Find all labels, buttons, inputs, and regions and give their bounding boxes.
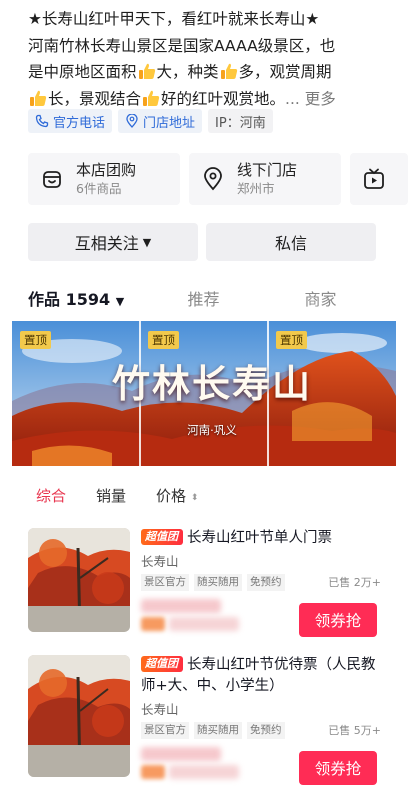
tab-recommend[interactable]: 推荐: [145, 285, 262, 315]
services-row: 本店团购 6件商品 线下门店 郑州市: [28, 153, 408, 205]
tab-shop[interactable]: 商家: [262, 285, 379, 315]
sort-sales[interactable]: 销量: [96, 485, 126, 509]
product-sort-bar: 综合 销量 价格 ⬍: [36, 485, 296, 509]
bio-more-link[interactable]: 更多: [305, 90, 336, 108]
product-tag: 随买随用: [194, 722, 242, 739]
pinned-videos-banner: 置顶 置顶 置顶 竹林长寿山 河南·巩义: [12, 321, 396, 466]
offline-store-card[interactable]: 线下门店 郑州市: [189, 153, 341, 205]
profile-chips: 官方电话 门店地址 IP：河南: [28, 109, 273, 133]
blurred-promo: [169, 617, 239, 631]
ip-location-chip: IP：河南: [208, 109, 273, 133]
product-tag: 免预约: [247, 722, 285, 739]
blurred-coupon: [141, 617, 165, 631]
blurred-promo: [169, 765, 239, 779]
product-tag: 免预约: [247, 574, 285, 591]
message-button[interactable]: 私信: [206, 223, 376, 261]
tab-works[interactable]: 作品 1594 ▼: [28, 285, 145, 315]
bio-line-1: ★长寿山红叶甲天下，看红叶就来长寿山★: [28, 10, 320, 28]
product-card[interactable]: 超值团 长寿山红叶节优待票（人民教师+大、中、小学生） 长寿山 景区官方 随买随用…: [28, 655, 388, 785]
product-thumbnail: [28, 528, 130, 632]
caret-down-icon: ▼: [142, 235, 152, 249]
group-buy-title: 本店团购: [76, 161, 137, 179]
tab-works-label: 作品 1594: [28, 290, 111, 309]
offline-store-city: 郑州市: [237, 181, 275, 196]
pinned-video-3[interactable]: [269, 321, 396, 466]
sold-count: 已售 5万+: [328, 724, 381, 737]
product-thumbnail: [28, 655, 130, 777]
claim-coupon-button[interactable]: 领券抢: [299, 751, 377, 785]
pinned-video-2[interactable]: [141, 321, 267, 466]
product-tags: 景区官方 随买随用 免预约 已售 5万+: [141, 722, 381, 739]
official-phone-chip[interactable]: 官方电话: [28, 109, 113, 133]
live-tv-card[interactable]: [350, 153, 408, 205]
content-tabs: 作品 1594 ▼ 推荐 商家: [28, 285, 380, 315]
sort-price[interactable]: 价格 ⬍: [156, 485, 198, 509]
product-tags: 景区官方 随买随用 免预约 已售 2万+: [141, 574, 381, 591]
thumbs-up-icon: [143, 90, 160, 106]
sort-general[interactable]: 综合: [36, 485, 66, 509]
offline-store-title: 线下门店: [237, 161, 298, 179]
claim-coupon-button[interactable]: 领券抢: [299, 603, 377, 637]
shop-bag-icon: [43, 171, 61, 188]
caret-down-icon: ▼: [115, 295, 125, 308]
bio-line-3: 是中原地区面积 大，种类 多，观赏周期: [28, 63, 332, 81]
tv-play-icon: [364, 168, 384, 189]
official-phone-label: 官方电话: [53, 115, 106, 131]
phone-icon: [35, 114, 49, 128]
blurred-price: [141, 599, 221, 613]
pinned-video-1[interactable]: [12, 321, 139, 466]
bio-line-2: 河南竹林长寿山景区是国家AAAA级景区，也: [28, 36, 336, 55]
sort-arrows-icon: ⬍: [190, 493, 199, 503]
group-buy-count: 6件商品: [76, 181, 122, 196]
location-pin-icon: [126, 114, 138, 128]
product-tag: 景区官方: [141, 722, 189, 739]
store-address-chip[interactable]: 门店地址: [118, 109, 203, 133]
thumbs-up-icon: [220, 63, 237, 79]
mutual-follow-label: 互相关注: [74, 234, 139, 253]
product-tag: 景区官方: [141, 574, 189, 591]
product-shop: 长寿山: [141, 702, 179, 717]
blurred-price: [141, 747, 221, 761]
sold-count: 已售 2万+: [328, 576, 381, 589]
product-name: 长寿山红叶节单人门票: [187, 530, 332, 546]
price-area: 领券抢: [141, 599, 381, 637]
thumbs-up-icon: [138, 63, 155, 79]
mutual-follow-button[interactable]: 互相关注 ▼: [28, 223, 198, 261]
product-shop: 长寿山: [141, 554, 179, 569]
deal-badge: 超值团: [141, 656, 183, 672]
blurred-coupon: [141, 765, 165, 779]
location-pin-icon: [204, 167, 222, 191]
deal-badge: 超值团: [141, 529, 183, 545]
product-tag: 随买随用: [194, 574, 242, 591]
product-card[interactable]: 超值团 长寿山红叶节单人门票 长寿山 景区官方 随买随用 免预约 已售 2万+ 领…: [28, 528, 388, 640]
price-area: 领券抢: [141, 747, 381, 785]
profile-actions: 互相关注 ▼ 私信: [28, 223, 376, 261]
profile-bio: ★长寿山红叶甲天下，看红叶就来长寿山★ 河南竹林长寿山景区是国家AAAA级景区，…: [28, 6, 384, 112]
thumbs-up-icon: [30, 90, 47, 106]
group-buy-card[interactable]: 本店团购 6件商品: [28, 153, 180, 205]
store-address-label: 门店地址: [143, 115, 196, 131]
